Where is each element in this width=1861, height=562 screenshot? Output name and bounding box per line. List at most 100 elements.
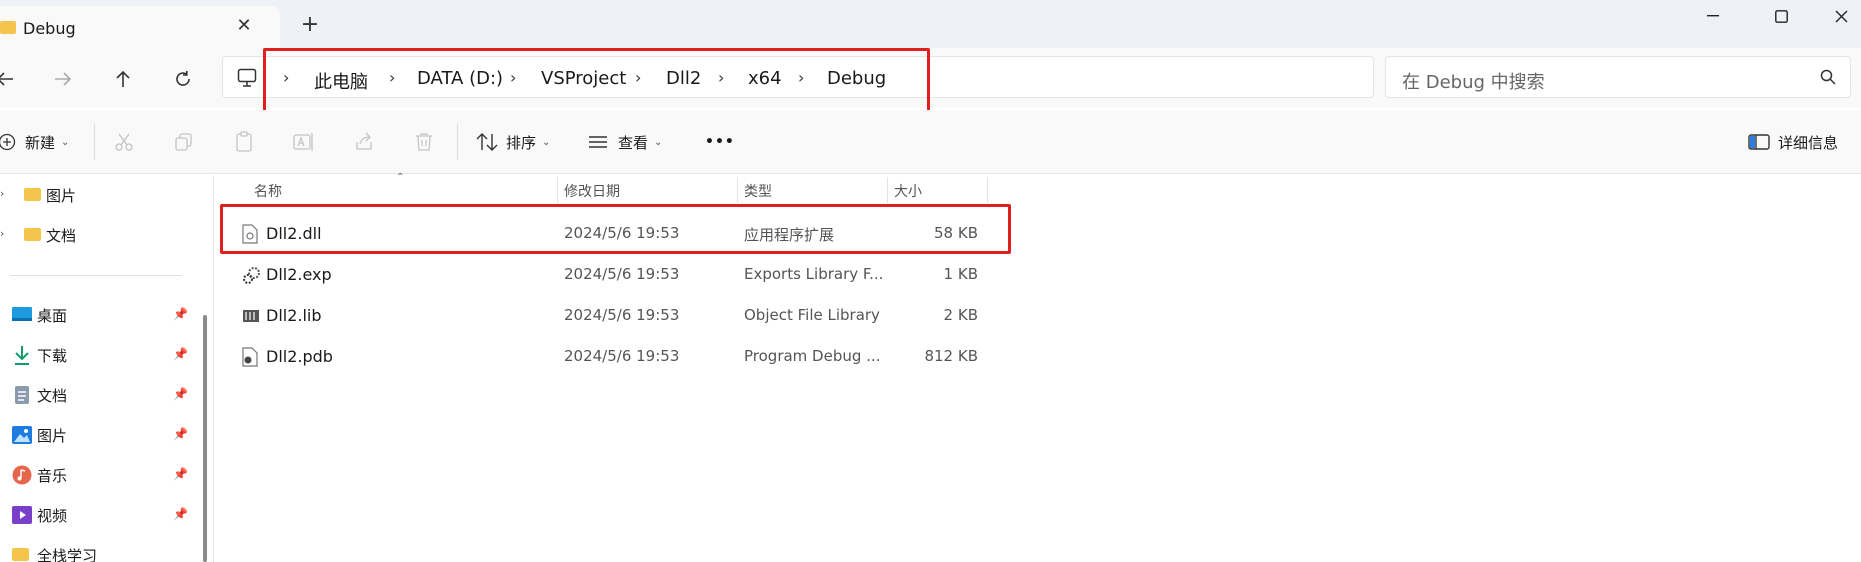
- share-icon: [353, 131, 375, 153]
- trash-icon: [413, 131, 435, 153]
- chevron-down-icon: ⌄: [654, 136, 663, 148]
- search-icon[interactable]: [1820, 69, 1836, 85]
- back-arrow-icon: [0, 72, 13, 86]
- file-row[interactable]: Dll2.lib 2024/5/6 19:53 Object File Libr…: [222, 298, 1012, 332]
- sidebar-item-label: 文档: [46, 227, 77, 245]
- new-tab-button[interactable]: +: [299, 14, 321, 36]
- sidebar-scrollbar[interactable]: [203, 315, 207, 562]
- column-divider[interactable]: [987, 177, 988, 203]
- chevron-right-icon[interactable]: ›: [0, 227, 4, 240]
- lib-file-icon: [243, 310, 259, 322]
- sidebar-item-label: 全栈学习: [37, 547, 98, 562]
- details-pane-icon: [1748, 131, 1770, 153]
- maximize-button[interactable]: [1758, 0, 1804, 32]
- file-row[interactable]: Dll2.pdb 2024/5/6 19:53 Program Debug ..…: [222, 339, 1012, 373]
- folder-icon: [24, 228, 41, 241]
- computer-icon: [237, 68, 257, 87]
- refresh-icon: [176, 71, 190, 86]
- view-label: 查看: [618, 133, 649, 152]
- chevron-right-icon[interactable]: ›: [0, 187, 4, 200]
- sort-ascending-icon: ⌃: [396, 172, 405, 183]
- back-button[interactable]: [0, 62, 22, 96]
- navigation-pane: › 图片 › 文档 桌面 📌 下载 📌 文档 📌 图片 📌 音乐 📌 视频 📌: [0, 175, 213, 562]
- copy-icon: [173, 131, 195, 153]
- pin-icon[interactable]: 📌: [173, 347, 188, 361]
- rename-icon: [293, 131, 315, 153]
- folder-icon: [24, 188, 41, 201]
- sort-label: 排序: [506, 133, 537, 152]
- file-type: Exports Library F...: [744, 265, 884, 283]
- column-divider[interactable]: [557, 177, 558, 203]
- sidebar-item-desktop[interactable]: 桌面 📌: [0, 300, 200, 330]
- file-highlight-box: [220, 204, 1011, 254]
- toolbar-divider: [94, 124, 95, 160]
- share-button[interactable]: [353, 130, 375, 154]
- sidebar-item-label: 图片: [46, 187, 77, 205]
- details-pane-button[interactable]: 详细信息: [1748, 130, 1838, 154]
- file-date: 2024/5/6 19:53: [564, 265, 680, 283]
- column-header-name[interactable]: 名称: [254, 181, 282, 201]
- sidebar-item-label: 文档: [37, 387, 68, 405]
- paste-button[interactable]: [233, 130, 255, 154]
- sidebar-item-documents-tree[interactable]: › 文档: [0, 220, 200, 250]
- close-window-button[interactable]: [1818, 0, 1861, 32]
- picture-icon: [12, 426, 32, 444]
- file-type: Object File Library: [744, 306, 880, 324]
- pin-icon[interactable]: 📌: [173, 307, 188, 321]
- pin-icon[interactable]: 📌: [173, 507, 188, 521]
- column-divider[interactable]: [887, 177, 888, 203]
- file-name: Dll2.pdb: [266, 347, 333, 366]
- file-size: 812 KB: [924, 347, 978, 365]
- minimize-button[interactable]: [1690, 0, 1736, 32]
- sidebar-item-label: 桌面: [37, 307, 68, 325]
- sidebar-item-downloads[interactable]: 下载 📌: [0, 340, 200, 370]
- close-tab-icon[interactable]: ✕: [234, 16, 254, 36]
- sidebar-item-pictures-tree[interactable]: › 图片: [0, 180, 200, 210]
- sidebar-item-documents[interactable]: 文档 📌: [0, 380, 200, 410]
- sidebar-item-pictures[interactable]: 图片 📌: [0, 420, 200, 450]
- download-icon: [15, 346, 29, 365]
- search-box[interactable]: 在 Debug 中搜索: [1385, 56, 1851, 98]
- sidebar-item-label: 下载: [37, 347, 68, 365]
- tab-debug[interactable]: Debug ✕: [0, 6, 280, 48]
- sidebar-item-label: 图片: [37, 427, 68, 445]
- up-button[interactable]: [106, 62, 140, 96]
- delete-button[interactable]: [413, 130, 435, 154]
- more-button[interactable]: •••: [705, 130, 735, 154]
- column-header-type[interactable]: 类型: [744, 181, 772, 201]
- chevron-down-icon: ⌄: [542, 136, 551, 148]
- column-header-date[interactable]: 修改日期: [564, 181, 620, 201]
- pin-icon[interactable]: 📌: [173, 387, 188, 401]
- file-size: 1 KB: [943, 265, 978, 283]
- column-header-size[interactable]: 大小: [894, 181, 922, 201]
- file-date: 2024/5/6 19:53: [564, 347, 680, 365]
- tab-title: Debug: [23, 19, 76, 38]
- scissors-icon: [113, 131, 135, 153]
- sidebar-item-music[interactable]: 音乐 📌: [0, 460, 200, 490]
- pin-icon[interactable]: 📌: [173, 467, 188, 481]
- address-highlight-box: [263, 48, 930, 116]
- column-divider[interactable]: [737, 177, 738, 203]
- pin-icon[interactable]: 📌: [173, 427, 188, 441]
- sidebar-item-videos[interactable]: 视频 📌: [0, 500, 200, 530]
- forward-button[interactable]: [46, 62, 80, 96]
- file-name: Dll2.lib: [266, 306, 322, 325]
- cut-button[interactable]: [113, 130, 135, 154]
- view-list-icon: [587, 131, 609, 153]
- sort-button[interactable]: 排序 ⌄: [476, 130, 550, 154]
- sidebar-item-label: 音乐: [37, 467, 68, 485]
- sort-icon: [476, 131, 498, 153]
- refresh-button[interactable]: [166, 62, 200, 96]
- pane-separator[interactable]: [213, 175, 214, 562]
- up-arrow-icon: [116, 70, 130, 87]
- rename-button[interactable]: [293, 130, 315, 154]
- file-date: 2024/5/6 19:53: [564, 306, 680, 324]
- file-row[interactable]: Dll2.exp 2024/5/6 19:53 Exports Library …: [222, 257, 1012, 291]
- file-type: Program Debug ...: [744, 347, 881, 365]
- video-icon: [12, 506, 32, 524]
- new-button[interactable]: 新建 ⌄: [0, 130, 69, 154]
- sidebar-item-fullstack[interactable]: 全栈学习: [0, 540, 200, 562]
- copy-button[interactable]: [173, 130, 195, 154]
- view-button[interactable]: 查看 ⌄: [587, 130, 662, 154]
- clipboard-icon: [233, 131, 255, 153]
